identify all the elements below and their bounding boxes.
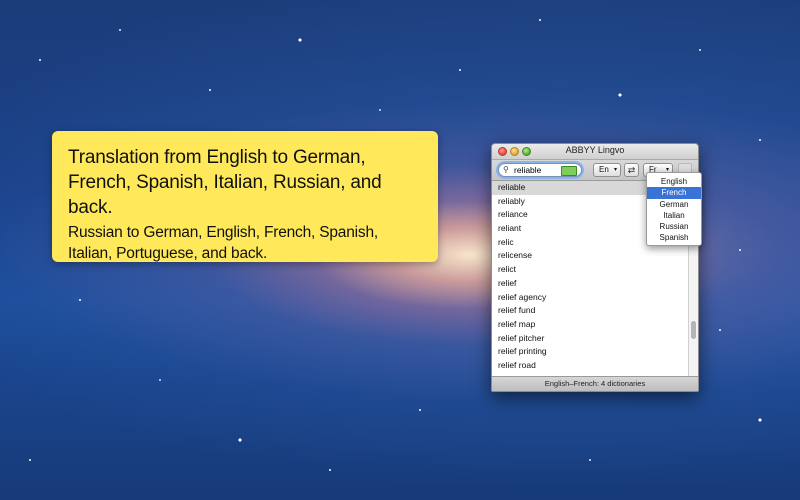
swap-icon: ⇄	[627, 165, 636, 175]
list-item[interactable]: relict	[492, 263, 688, 277]
source-language-label: En	[599, 165, 609, 174]
chevron-down-icon: ▾	[613, 167, 617, 173]
dropdown-option[interactable]: Italian	[647, 210, 701, 221]
title-bar[interactable]: ABBYY Lingvo	[492, 144, 698, 160]
dropdown-option[interactable]: Russian	[647, 221, 701, 232]
list-item[interactable]: relief pitcher	[492, 332, 688, 346]
source-language-select[interactable]: En ▾	[593, 163, 621, 177]
list-item[interactable]: relief fund	[492, 304, 688, 318]
search-value: reliable	[514, 165, 542, 175]
dropdown-option[interactable]: German	[647, 199, 701, 210]
list-item[interactable]: relief	[492, 277, 688, 291]
callout-headline: Translation from English to German, Fren…	[68, 147, 382, 218]
callout-subtext: Russian to German, English, French, Span…	[68, 224, 378, 262]
feature-callout: Translation from English to German, Fren…	[52, 131, 438, 262]
keyboard-icon[interactable]	[561, 166, 577, 176]
list-item[interactable]: relief printing	[492, 345, 688, 359]
search-icon: ⚲	[503, 165, 509, 174]
dropdown-option[interactable]: Spanish	[647, 232, 701, 243]
list-item[interactable]: relief agency	[492, 291, 688, 305]
list-item[interactable]: relief road	[492, 359, 688, 373]
dropdown-option[interactable]: French	[647, 187, 701, 199]
status-bar: English–French: 4 dictionaries	[492, 376, 698, 391]
dropdown-option[interactable]: English	[647, 176, 701, 187]
scrollbar-thumb[interactable]	[691, 321, 696, 339]
swap-languages-button[interactable]: ⇄	[624, 163, 639, 177]
language-dropdown: English French German Italian Russian Spanish	[646, 172, 702, 246]
list-item[interactable]: relicense	[492, 249, 688, 263]
window-title: ABBYY Lingvo	[565, 145, 625, 155]
search-input[interactable]: ⚲ reliable	[498, 163, 582, 177]
list-item[interactable]: relief map	[492, 318, 688, 332]
